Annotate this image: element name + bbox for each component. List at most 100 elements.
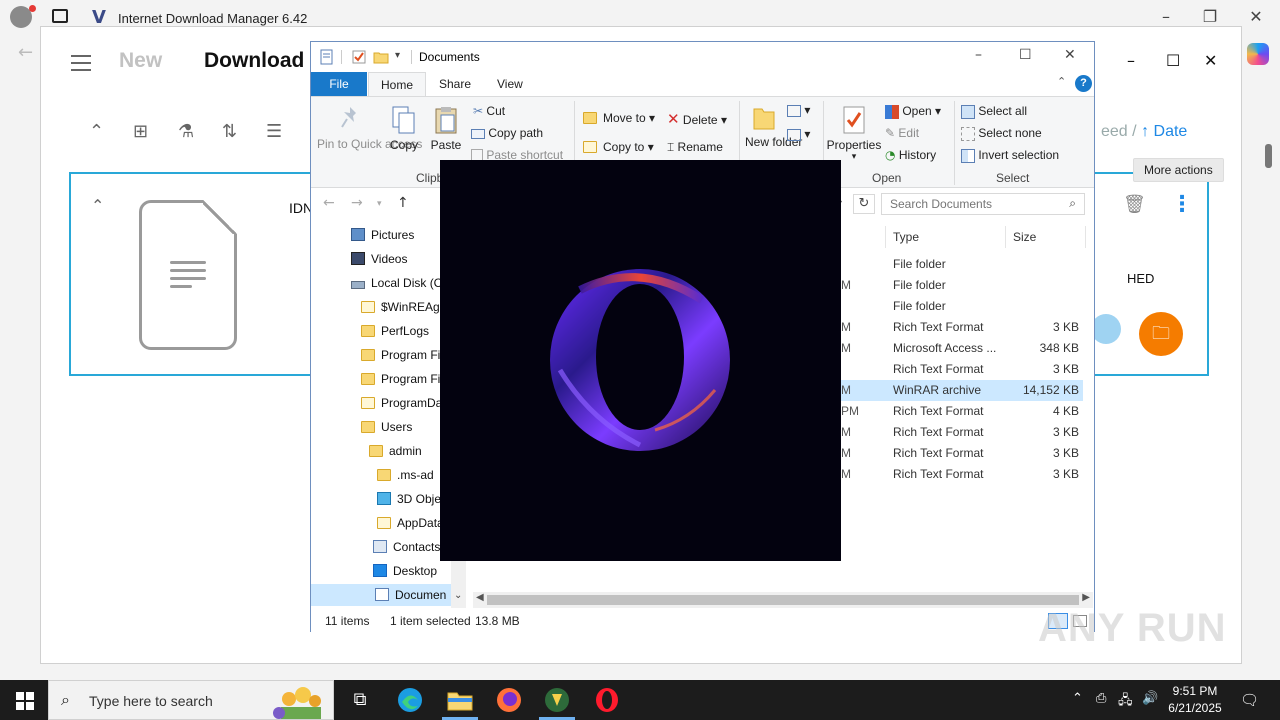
file-row[interactable]: PM Rich Text Format 4 KB [841,401,1083,422]
nav-downloads[interactable]: Download [204,49,304,73]
properties-quick-icon[interactable] [319,49,335,65]
nav-new[interactable]: New [119,49,162,73]
new-item-icon[interactable]: ▾ [787,103,810,117]
close-icon[interactable]: ✕ [1245,6,1267,28]
file-row[interactable]: M Rich Text Format 3 KB [841,422,1083,443]
tree-item-desktop[interactable]: Desktop [373,560,437,582]
edge-icon[interactable] [396,686,424,714]
column-type[interactable]: Type [893,230,919,244]
search-box[interactable]: ⌕ [881,193,1085,215]
edit-button[interactable]: ✎ Edit [885,126,919,140]
check-icon[interactable] [1091,314,1121,344]
back-icon[interactable]: ← [323,195,335,211]
history-button[interactable]: ◔ History [885,148,936,162]
search-input[interactable] [882,194,1052,214]
move-to-button[interactable]: Move to ▾ [583,111,655,125]
taskbar-search[interactable]: ⌕ Type here to search [48,680,334,720]
select-all-button[interactable]: Select all [961,104,1027,119]
tab-home[interactable]: Home [368,72,427,96]
more-actions-icon[interactable]: ⋮ [1171,192,1193,217]
volume-icon[interactable]: 🔊 [1142,691,1158,706]
tree-item-appdata[interactable]: AppData [377,512,444,534]
file-row[interactable]: M Rich Text Format 3 KB [841,443,1083,464]
new-folder-button[interactable]: New folder [745,103,802,149]
idm-close-icon[interactable]: ✕ [1204,51,1217,70]
tree-item-local-disk[interactable]: Local Disk (C [351,272,442,294]
tab-view[interactable]: View [485,72,535,96]
restore-icon[interactable]: ❐ [1199,6,1221,28]
firefox-icon[interactable] [495,686,523,714]
collapse-up-icon[interactable]: ⌃ [89,121,104,142]
copy-to-button[interactable]: Copy to ▾ [583,140,654,154]
opera-icon[interactable] [593,686,621,714]
refresh-icon[interactable]: ↻ [853,194,875,214]
windows-start-icon[interactable] [16,692,34,710]
tree-item-pictures[interactable]: Pictures [351,224,414,246]
tray-device-icon[interactable]: ⎙ [1096,691,1106,706]
invert-selection-button[interactable]: Invert selection [961,148,1059,163]
select-none-button[interactable]: Select none [961,126,1042,141]
tab-share[interactable]: Share [427,72,483,96]
column-size[interactable]: Size [1013,230,1036,244]
up-icon[interactable]: ↑ [397,195,409,211]
copilot-icon[interactable] [1247,43,1269,65]
notification-icon[interactable]: 🗨 [1240,691,1259,709]
explorer-minimize-icon[interactable]: – [975,47,982,63]
page-scrollbar-thumb[interactable] [1265,144,1272,168]
tree-item-perflogs[interactable]: PerfLogs [361,320,429,342]
file-explorer-icon[interactable] [446,686,474,714]
sort-speed[interactable]: eed [1101,123,1128,140]
sort-date[interactable]: ↑ Date [1141,123,1187,140]
card-collapse-icon[interactable]: ⌃ [91,196,104,215]
flask-icon[interactable]: ⚗ [178,121,194,142]
file-row[interactable]: M Rich Text Format 3 KB [841,317,1083,338]
tree-item-program-files[interactable]: Program Fil [361,344,443,366]
hamburger-menu-icon[interactable] [71,55,91,71]
idm-maximize-icon[interactable]: ☐ [1166,51,1180,70]
recent-dropdown-icon[interactable]: ▾ [377,199,382,209]
file-row[interactable]: M Microsoft Access ... 348 KB [841,338,1083,359]
explorer-maximize-icon[interactable]: ☐ [1019,47,1032,63]
task-view-icon[interactable]: ⧉ [346,686,374,714]
tree-item-ms-ad[interactable]: .ms-ad [377,464,434,486]
tree-item-contacts[interactable]: Contacts [373,536,440,558]
minimize-ribbon-icon[interactable]: ⌃ [1057,75,1066,88]
tray-chevron-icon[interactable]: ⌃ [1072,691,1083,706]
scroll-left-icon[interactable]: ◀ [476,592,484,603]
add-icon[interactable]: ⊞ [133,121,148,142]
checkmark-quick-icon[interactable] [351,49,367,65]
file-row[interactable]: File folder [841,254,1083,275]
cut-button[interactable]: ✂ Cut [473,104,505,118]
horizontal-scrollbar[interactable]: ◀ ▶ [473,592,1093,608]
back-arrow-icon[interactable]: ← [18,42,33,63]
open-button[interactable]: Open ▾ [885,104,941,119]
minimize-icon[interactable]: – [1155,6,1177,28]
tab-file[interactable]: File [311,72,367,96]
copy-path-button[interactable]: Copy path [471,126,543,140]
easy-access-icon[interactable]: ▾ [787,127,810,141]
delete-button[interactable]: ✕ Delete ▾ [667,110,727,128]
idm-taskbar-icon[interactable] [543,686,571,714]
copy-button[interactable]: Copy [387,105,421,152]
new-folder-quick-icon[interactable] [373,49,389,65]
taskbar-clock[interactable]: 9:51 PM 6/21/2025 [1163,683,1227,717]
file-row[interactable]: M File folder [841,275,1083,296]
tree-item-program-files-x86[interactable]: Program Fil [361,368,443,390]
tab-actions-icon[interactable] [52,9,68,23]
file-row[interactable]: M Rich Text Format 3 KB [841,464,1083,485]
sort-arrows-icon[interactable]: ⇅ [222,121,237,142]
file-row[interactable]: File folder [841,296,1083,317]
quick-access-dropdown-icon[interactable]: ▾ [395,50,400,61]
tree-item-winreagent[interactable]: $WinREAge [361,296,446,318]
list-icon[interactable]: ☰ [266,121,282,142]
tree-item-documents[interactable]: Documen [311,584,451,606]
sort-options[interactable]: eed / ↑ Date [1101,123,1187,141]
tree-scroll-down-icon[interactable]: ⌄ [454,590,462,601]
paste-button[interactable]: Paste [429,105,463,152]
tree-item-admin[interactable]: admin [369,440,422,462]
help-icon[interactable]: ? [1075,75,1092,92]
tree-item-programdata[interactable]: ProgramDa [361,392,442,414]
forward-icon[interactable]: → [351,195,363,211]
properties-button[interactable]: Properties ▾ [825,105,883,161]
idm-minimize-icon[interactable]: – [1127,51,1135,70]
